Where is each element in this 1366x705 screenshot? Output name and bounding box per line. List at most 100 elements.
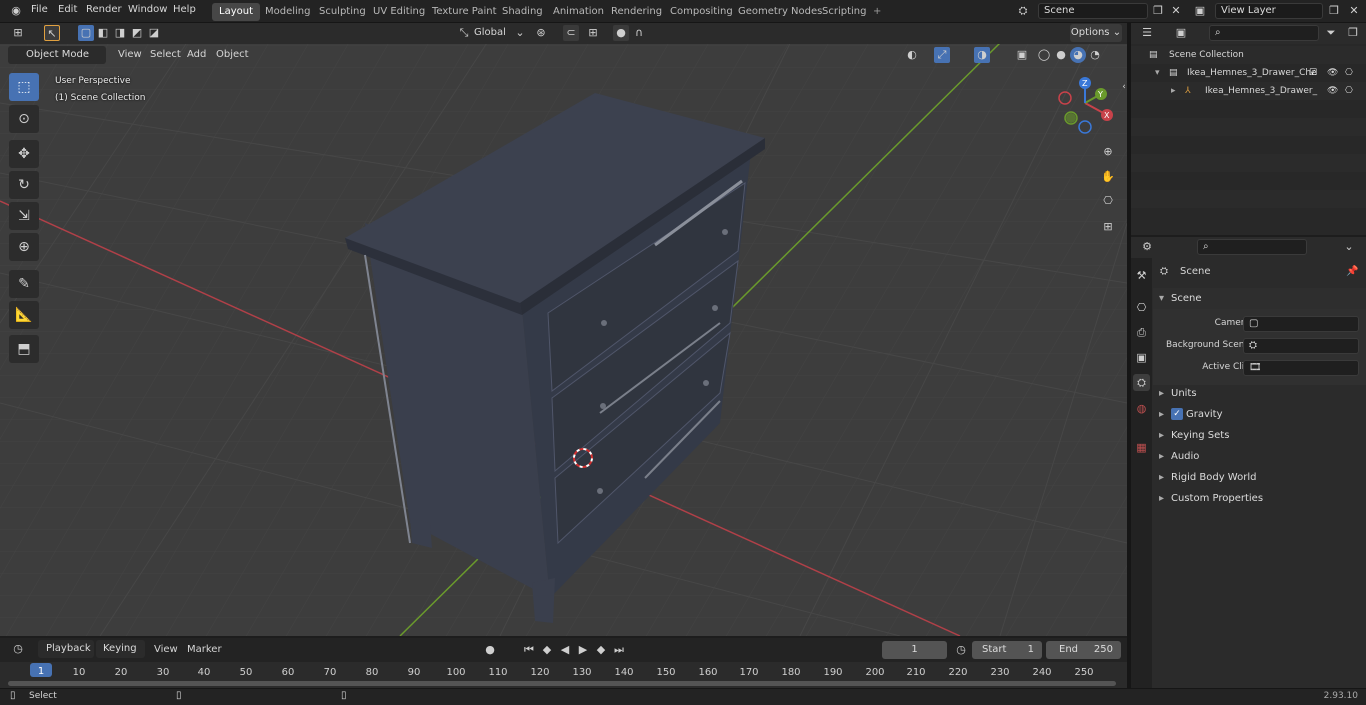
jump-start-icon[interactable]: ⏮ bbox=[521, 642, 537, 658]
tab-uv-editing[interactable]: UV Editing bbox=[366, 3, 432, 21]
tab-rendering[interactable]: Rendering bbox=[604, 3, 669, 21]
outliner-row-scene-collection[interactable]: ▤ Scene Collection bbox=[1131, 46, 1366, 64]
menu-add[interactable]: Add bbox=[187, 49, 206, 60]
panel-rigid-body-world[interactable]: ▸ Rigid Body World bbox=[1153, 467, 1366, 488]
select-subtract-icon[interactable]: ◨ bbox=[112, 25, 128, 41]
options-button[interactable]: Options ⌄ bbox=[1070, 24, 1122, 42]
outliner-row-object[interactable]: ▸ ⅄ Ikea_Hemnes_3_Drawer_ 👁 ⎔ bbox=[1131, 82, 1366, 100]
panel-audio[interactable]: ▸ Audio bbox=[1153, 446, 1366, 467]
blender-logo-icon[interactable]: ◉ bbox=[8, 3, 24, 19]
record-icon[interactable]: ● bbox=[482, 642, 498, 658]
move-tool-icon[interactable]: ✥ bbox=[9, 140, 39, 168]
3d-viewport[interactable]: ⊞ ↖ ▢ ◧ ◨ ◩ ◪ ⤡ Global ⌄ ⊛ ⊂ ⊞ ● ∩ Optio… bbox=[0, 23, 1127, 636]
falloff-icon[interactable]: ∩ bbox=[631, 25, 647, 41]
jump-end-icon[interactable]: ⏭ bbox=[611, 642, 627, 658]
new-view-layer-icon[interactable]: ❐ bbox=[1326, 3, 1342, 19]
pan-hand-icon[interactable]: ✋ bbox=[1100, 169, 1116, 185]
active-clip-field[interactable]: 🎞 bbox=[1243, 360, 1359, 376]
menu-select[interactable]: Select bbox=[150, 49, 181, 60]
panel-units[interactable]: ▸ Units bbox=[1153, 383, 1366, 404]
transform-orientation-icon[interactable]: ⤡ bbox=[456, 25, 472, 41]
chevron-down-icon[interactable]: ⌄ bbox=[1341, 239, 1357, 255]
overlay-toggle-icon[interactable]: ◑ bbox=[974, 47, 990, 63]
rendered-shading-icon[interactable]: ◔ bbox=[1087, 47, 1103, 63]
tab-texture-paint[interactable]: Texture Paint bbox=[425, 3, 504, 21]
playback-menu[interactable]: Playback bbox=[38, 640, 94, 658]
select-invert-icon[interactable]: ◩ bbox=[129, 25, 145, 41]
perspective-toggle-icon[interactable]: ⊞ bbox=[1100, 219, 1116, 235]
chevron-down-icon[interactable]: ⌄ bbox=[512, 25, 528, 41]
proportional-edit-icon[interactable]: ● bbox=[613, 25, 629, 41]
tab-shading[interactable]: Shading bbox=[495, 3, 550, 21]
tab-layout[interactable]: Layout bbox=[212, 3, 260, 21]
transform-tool-icon[interactable]: ⊕ bbox=[9, 233, 39, 261]
gravity-checkbox[interactable]: ✓ bbox=[1171, 408, 1183, 420]
menu-render[interactable]: Render bbox=[86, 4, 122, 15]
next-keyframe-icon[interactable]: ◆ bbox=[593, 642, 609, 658]
panel-keying-sets[interactable]: ▸ Keying Sets bbox=[1153, 425, 1366, 446]
sidebar-toggle-icon[interactable]: ‹ bbox=[1116, 79, 1127, 95]
world-tab-icon[interactable]: ◍ bbox=[1133, 400, 1150, 417]
start-frame-field[interactable]: Start 1 bbox=[972, 641, 1042, 659]
eye-icon[interactable]: 👁 bbox=[1327, 64, 1338, 82]
play-reverse-icon[interactable]: ◀ bbox=[557, 642, 573, 658]
scene-name-field[interactable]: Scene bbox=[1038, 3, 1148, 19]
outliner-editor-type-icon[interactable]: ☰ bbox=[1139, 25, 1155, 41]
menu-edit[interactable]: Edit bbox=[58, 4, 77, 15]
camera-field[interactable]: ▢ bbox=[1243, 316, 1359, 332]
tab-compositing[interactable]: Compositing bbox=[663, 3, 740, 21]
outliner-row-collection[interactable]: ▾ ▤ Ikea_Hemnes_3_Drawer_Che ☑ 👁 ⎔ bbox=[1131, 64, 1366, 82]
camera-render-icon[interactable]: ⎔ bbox=[1345, 64, 1353, 82]
pin-icon[interactable]: 📌 bbox=[1346, 262, 1358, 282]
wireframe-shading-icon[interactable]: ◯ bbox=[1036, 47, 1052, 63]
tool-tab-icon[interactable]: ⚒ bbox=[1133, 267, 1150, 284]
end-frame-field[interactable]: End 250 bbox=[1046, 641, 1121, 659]
select-intersect-icon[interactable]: ◪ bbox=[146, 25, 162, 41]
marker-menu[interactable]: Marker bbox=[187, 644, 222, 655]
timeline-scrollbar[interactable] bbox=[8, 681, 1116, 686]
tab-scripting[interactable]: Scripting bbox=[815, 3, 873, 21]
tab-animation[interactable]: Animation bbox=[546, 3, 611, 21]
menu-window[interactable]: Window bbox=[128, 4, 167, 15]
timeline-view-menu[interactable]: View bbox=[154, 644, 178, 655]
pivot-point-icon[interactable]: ⊛ bbox=[533, 25, 549, 41]
scene-section-header[interactable]: ▾ Scene bbox=[1153, 288, 1366, 309]
camera-view-icon[interactable]: ⎔ bbox=[1100, 193, 1116, 209]
keying-menu[interactable]: Keying bbox=[96, 640, 145, 658]
panel-custom-properties[interactable]: ▸ Custom Properties bbox=[1153, 488, 1366, 509]
prev-keyframe-icon[interactable]: ◆ bbox=[539, 642, 555, 658]
scene-icon[interactable]: ⛭ bbox=[1015, 3, 1031, 19]
editor-type-icon[interactable]: ⊞ bbox=[10, 25, 26, 41]
gizmo-toggle-icon[interactable]: ⤢ bbox=[934, 47, 950, 63]
menu-view[interactable]: View bbox=[118, 49, 142, 60]
select-tool-icon[interactable]: ↖ bbox=[44, 25, 60, 41]
current-frame-field[interactable]: 1 bbox=[882, 641, 947, 659]
checkbox-icon[interactable]: ☑ bbox=[1309, 64, 1317, 82]
cursor-tool-icon[interactable]: ⊙ bbox=[9, 105, 39, 133]
delete-view-layer-icon[interactable]: ✕ bbox=[1346, 3, 1362, 19]
clock-icon[interactable]: ◷ bbox=[953, 642, 969, 658]
scale-tool-icon[interactable]: ⇲ bbox=[9, 202, 39, 230]
annotate-tool-icon[interactable]: ✎ bbox=[9, 270, 39, 298]
material-shading-icon[interactable]: ◕ bbox=[1070, 47, 1086, 63]
transform-orientation-label[interactable]: Global bbox=[474, 27, 506, 38]
view-layer-tab-icon[interactable]: ▣ bbox=[1133, 349, 1150, 366]
outliner-search-input[interactable]: ⌕ bbox=[1209, 25, 1319, 41]
eye-icon[interactable]: 👁 bbox=[1327, 82, 1338, 100]
rotate-tool-icon[interactable]: ↻ bbox=[9, 171, 39, 199]
add-cube-tool-icon[interactable]: ⬒ bbox=[9, 335, 39, 363]
area-divider[interactable] bbox=[1127, 23, 1131, 688]
snap-icon[interactable]: ⊂ bbox=[563, 25, 579, 41]
tab-modeling[interactable]: Modeling bbox=[258, 3, 318, 21]
chevron-down-icon[interactable]: ▾ bbox=[1155, 64, 1160, 82]
scene-tab-icon[interactable]: ⛭ bbox=[1133, 374, 1150, 391]
properties-editor-type-icon[interactable]: ⚙ bbox=[1139, 239, 1155, 255]
filter-icon[interactable]: ⏷ bbox=[1323, 25, 1339, 41]
display-mode-icon[interactable]: ▣ bbox=[1173, 25, 1189, 41]
render-tab-icon[interactable]: ⎔ bbox=[1133, 299, 1150, 316]
output-tab-icon[interactable]: ⎙ bbox=[1133, 324, 1150, 341]
menu-file[interactable]: File bbox=[31, 4, 48, 15]
snap-target-icon[interactable]: ⊞ bbox=[585, 25, 601, 41]
properties-search-input[interactable]: ⌕ bbox=[1197, 239, 1307, 255]
select-box-tool-icon[interactable]: ⬚ bbox=[9, 73, 39, 101]
